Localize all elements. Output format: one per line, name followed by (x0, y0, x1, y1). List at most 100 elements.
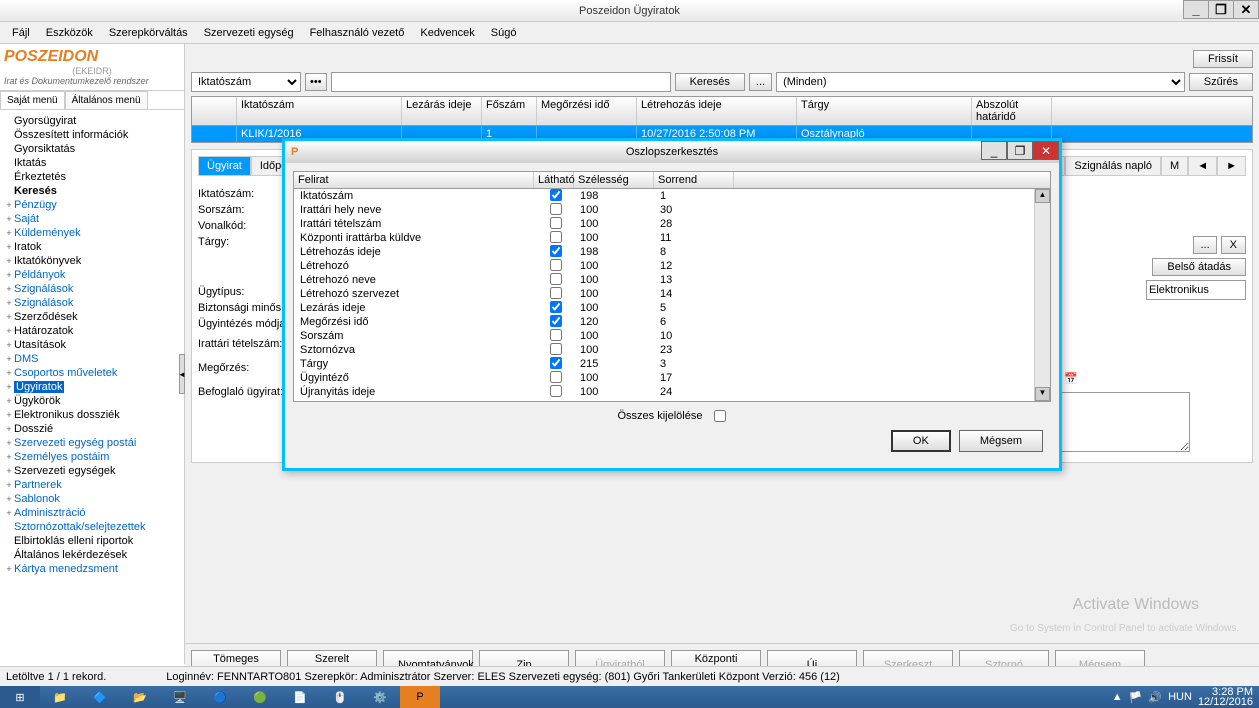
tree-item[interactable]: Keresés (2, 184, 182, 198)
calendar-icon[interactable]: 📅 (1064, 372, 1078, 385)
start-button[interactable]: ⊞ (0, 686, 40, 708)
tab-szignalas-naplo[interactable]: Szignálás napló (1065, 156, 1161, 176)
tabs-nav-right[interactable]: ► (1217, 156, 1246, 176)
visible-checkbox[interactable] (550, 231, 562, 243)
grid-col-header[interactable]: Lezárás ideje (402, 97, 482, 125)
tree-item[interactable]: +Kártya menedzsment (2, 562, 182, 576)
tree-item[interactable]: +Szignálások (2, 282, 182, 296)
search-button[interactable]: Keresés (675, 73, 745, 91)
visible-checkbox[interactable] (550, 217, 562, 229)
tray-icon-sound[interactable]: 🔊 (1148, 691, 1162, 704)
right-dots[interactable]: ... (1193, 236, 1216, 254)
tree-item[interactable]: +Iratok (2, 240, 182, 254)
dialog-minimize[interactable]: _ (981, 141, 1007, 160)
minimize-button[interactable]: _ (1183, 0, 1209, 19)
belso-atadas-button[interactable]: Belső átadás (1152, 258, 1246, 276)
column-row[interactable]: Létrehozás ideje1988 (294, 245, 1050, 259)
tree-item[interactable]: +Utasítások (2, 338, 182, 352)
tree-item[interactable]: Elbirtoklás elleni riportok (2, 534, 182, 548)
dialog-ok-button[interactable]: OK (891, 430, 951, 452)
column-row[interactable]: Létrehozó neve10013 (294, 273, 1050, 287)
tree-item[interactable]: +Saját (2, 212, 182, 226)
tree-item[interactable]: +DMS (2, 352, 182, 366)
elektronikus-field[interactable] (1146, 280, 1246, 300)
dialog-scrollbar[interactable]: ▲ ▼ (1034, 189, 1050, 401)
column-row[interactable]: Központi irattárba küldve10011 (294, 231, 1050, 245)
column-row[interactable]: Újranyitás ideje10024 (294, 385, 1050, 399)
right-x[interactable]: X (1221, 236, 1246, 254)
column-row[interactable]: Megőrzési idő1206 (294, 315, 1050, 329)
tree-item[interactable]: +Személyes postáim (2, 450, 182, 464)
tray-icon-flag[interactable]: 🏳️ (1129, 691, 1143, 704)
column-row[interactable]: Sorszám10010 (294, 329, 1050, 343)
tree-item[interactable]: +Partnerek (2, 478, 182, 492)
taskbar-item-9[interactable]: ⚙️ (360, 686, 400, 708)
visible-checkbox[interactable] (550, 357, 562, 369)
tree-item[interactable]: Érkeztetés (2, 170, 182, 184)
search-field-select[interactable]: Iktatószám (191, 72, 301, 92)
taskbar-item-6[interactable]: 🟢 (240, 686, 280, 708)
column-row[interactable]: Tárgy2153 (294, 357, 1050, 371)
tree-item[interactable]: +Sablonok (2, 492, 182, 506)
close-button[interactable]: ✕ (1233, 0, 1259, 19)
search-options-button[interactable]: ••• (305, 73, 327, 91)
visible-checkbox[interactable] (550, 203, 562, 215)
tree-item[interactable]: Gyorsügyirat (2, 114, 182, 128)
tree-item[interactable]: +Elektronikus dossziék (2, 408, 182, 422)
tree-item[interactable]: +Pénzügy (2, 198, 182, 212)
search-dots-button[interactable]: ... (749, 73, 772, 91)
column-row[interactable]: Irattári tételszám10028 (294, 217, 1050, 231)
visible-checkbox[interactable] (550, 245, 562, 257)
taskbar-item-5[interactable]: 🔵 (200, 686, 240, 708)
grid-col-header[interactable]: Megőrzési idő (537, 97, 637, 125)
taskbar-item-3[interactable]: 📂 (120, 686, 160, 708)
tree-item[interactable]: +Szervezeti egységek (2, 464, 182, 478)
menu-fájl[interactable]: Fájl (4, 25, 38, 41)
menu-szerepkörváltás[interactable]: Szerepkörváltás (101, 25, 196, 41)
column-row[interactable]: Sztornózva10023 (294, 343, 1050, 357)
tree-item[interactable]: +Szignálások (2, 296, 182, 310)
col-header-sorrend[interactable]: Sorrend (654, 172, 734, 188)
taskbar-item-1[interactable]: 📁 (40, 686, 80, 708)
select-all-checkbox[interactable] (714, 410, 726, 422)
filter-select[interactable]: (Minden) (776, 72, 1185, 92)
tab-ugyirat[interactable]: Ügyirat (198, 156, 251, 176)
dialog-close[interactable]: ✕ (1033, 141, 1059, 160)
taskbar-item-2[interactable]: 🔷 (80, 686, 120, 708)
menu-kedvencek[interactable]: Kedvencek (412, 25, 482, 41)
filter-button[interactable]: Szűrés (1189, 73, 1253, 91)
maximize-button[interactable]: ❐ (1208, 0, 1234, 19)
visible-checkbox[interactable] (550, 371, 562, 383)
tray-clock[interactable]: 3:28 PM 12/12/2016 (1198, 687, 1253, 707)
visible-checkbox[interactable] (550, 287, 562, 299)
col-header-felirat[interactable]: Felirat (294, 172, 534, 188)
sidebar-tab-sajat[interactable]: Saját menü (0, 91, 65, 109)
tree-item[interactable]: +Ügyiratok (2, 380, 182, 394)
refresh-button[interactable]: Frissít (1193, 50, 1253, 68)
dialog-maximize[interactable]: ❐ (1007, 141, 1033, 160)
tab-m[interactable]: M (1161, 156, 1188, 176)
col-header-szelesseg[interactable]: Szélesség (574, 172, 654, 188)
tree-item[interactable]: +Határozatok (2, 324, 182, 338)
tree-item[interactable]: Sztornózottak/selejtezettek (2, 520, 182, 534)
tree-item[interactable]: +Küldemények (2, 226, 182, 240)
menu-szervezeti egység[interactable]: Szervezeti egység (196, 25, 302, 41)
grid-col-header[interactable]: Főszám (482, 97, 537, 125)
tabs-nav-left[interactable]: ◄ (1188, 156, 1217, 176)
column-row[interactable]: Iktatószám1981 (294, 189, 1050, 203)
tree-item[interactable]: +Csoportos műveletek (2, 366, 182, 380)
tray-icon-1[interactable]: ▲ (1112, 691, 1123, 703)
visible-checkbox[interactable] (550, 259, 562, 271)
menu-súgó[interactable]: Súgó (483, 25, 525, 41)
tree-item[interactable]: Általános lekérdezések (2, 548, 182, 562)
taskbar-item-7[interactable]: 📄 (280, 686, 320, 708)
tree-item[interactable]: +Szerződések (2, 310, 182, 324)
visible-checkbox[interactable] (550, 329, 562, 341)
tree-item[interactable]: +Szervezeti egység postái (2, 436, 182, 450)
search-input[interactable] (331, 72, 671, 92)
scroll-down[interactable]: ▼ (1035, 387, 1050, 401)
sidebar-tab-altalanos[interactable]: Általános menü (65, 91, 148, 109)
grid-col-header[interactable]: Létrehozás ideje (637, 97, 797, 125)
column-row[interactable]: Létrehozó szervezet10014 (294, 287, 1050, 301)
taskbar-item-4[interactable]: 🖥️ (160, 686, 200, 708)
